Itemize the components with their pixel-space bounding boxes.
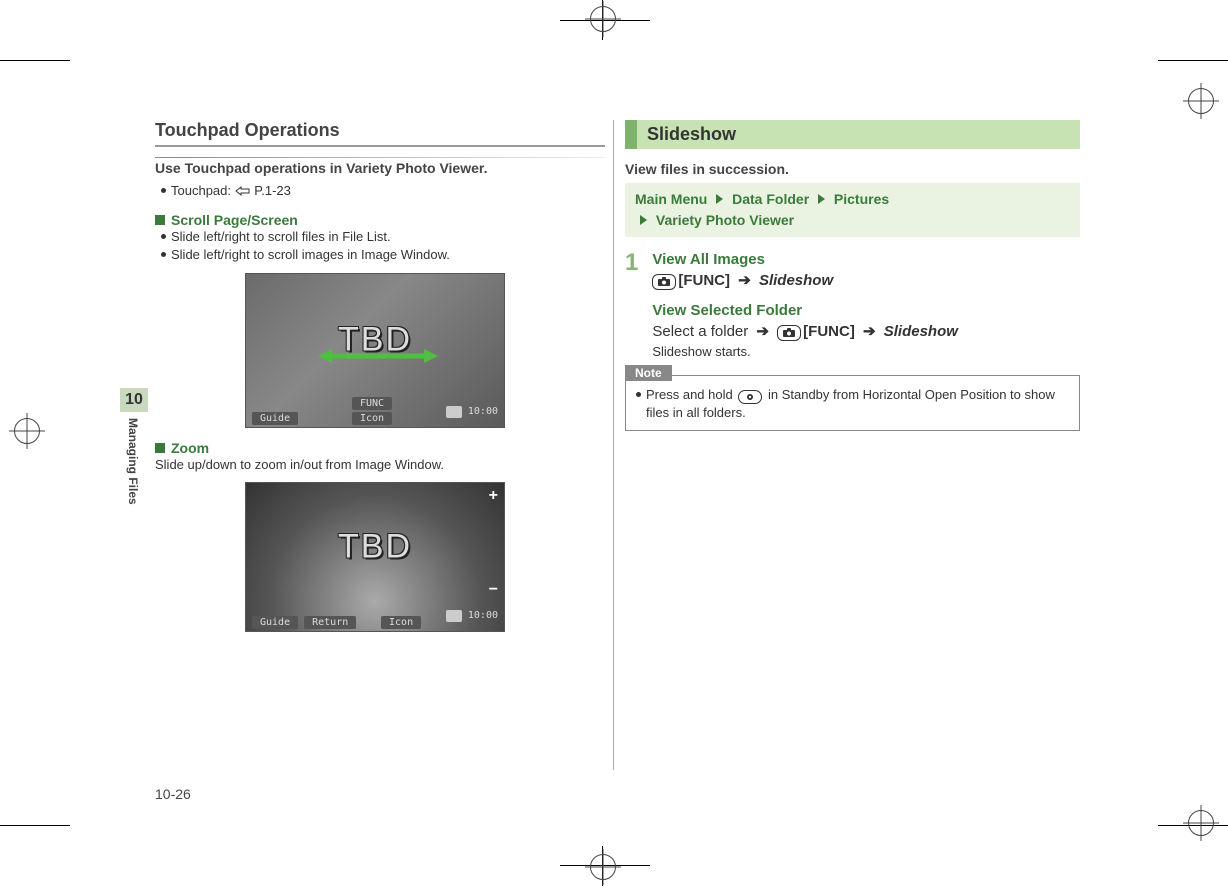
chapter-number: 10 bbox=[120, 388, 148, 412]
clock-text: 10:00 bbox=[468, 610, 498, 621]
lead-text: Use Touchpad operations in Variety Photo… bbox=[155, 160, 605, 176]
arrow-right-icon: ➔ bbox=[756, 322, 769, 340]
page-number: 10-26 bbox=[155, 786, 191, 802]
scroll-bullet-1: Slide left/right to scroll files in File… bbox=[161, 228, 605, 246]
view-selected-action: Select a folder ➔ [FUNC] ➔ Slideshow bbox=[652, 322, 958, 341]
slideshow-action: Slideshow bbox=[759, 272, 833, 289]
touchpad-ref: Touchpad: P.1-23 bbox=[161, 182, 605, 200]
select-folder-text: Select a folder bbox=[652, 323, 748, 340]
minus-icon: − bbox=[489, 581, 498, 599]
chapter-label: Managing Files bbox=[120, 412, 146, 505]
pointer-icon bbox=[235, 183, 255, 198]
chapter-tab: 10 Managing Files bbox=[120, 388, 148, 505]
chevron-right-icon bbox=[640, 215, 647, 225]
nav-pictures: Pictures bbox=[834, 191, 889, 207]
square-bullet-icon bbox=[155, 443, 165, 453]
softkey-return: Return bbox=[304, 616, 356, 629]
chevron-right-icon bbox=[716, 194, 723, 204]
square-bullet-icon bbox=[155, 215, 165, 225]
clock-text: 10:00 bbox=[468, 406, 498, 417]
softkey-icon: Icon bbox=[352, 412, 392, 425]
chevron-right-icon bbox=[818, 194, 825, 204]
view-all-images-title: View All Images bbox=[652, 251, 958, 268]
screenshot-zoom: + − TBD Guide Return Icon 10:00 bbox=[245, 482, 505, 632]
softkey-bar: Guide Return Icon 10:00 bbox=[246, 603, 504, 631]
arrow-right-icon: ➔ bbox=[863, 322, 876, 340]
column-divider bbox=[613, 120, 614, 770]
menu-path: Main Menu Data Folder Pictures Variety P… bbox=[625, 183, 1080, 237]
scroll-bullet-2: Slide left/right to scroll images in Ima… bbox=[161, 246, 605, 264]
zoom-heading-text: Zoom bbox=[171, 440, 209, 456]
step-number: 1 bbox=[625, 251, 638, 359]
section-heading: Touchpad Operations bbox=[155, 120, 605, 147]
scroll-heading-text: Scroll Page/Screen bbox=[171, 212, 298, 228]
softkey-bar: Guide FUNC Icon 10:00 bbox=[246, 399, 504, 427]
scroll-subhead: Scroll Page/Screen bbox=[155, 212, 605, 228]
camera-icon bbox=[446, 406, 462, 418]
softkey-guide: Guide bbox=[252, 616, 298, 629]
func-label: [FUNC] bbox=[803, 323, 855, 340]
softkey-icon: Icon bbox=[381, 616, 421, 629]
screenshot-scroll: TBD Guide FUNC Icon 10:00 bbox=[245, 273, 505, 428]
arrow-right-icon: ➔ bbox=[738, 271, 751, 289]
softkey-guide: Guide bbox=[252, 412, 298, 425]
manual-page: 10 Managing Files Touchpad Operations Us… bbox=[90, 70, 1150, 810]
step-1: 1 View All Images [FUNC] ➔ Slideshow Vie… bbox=[625, 251, 1080, 359]
nav-variety-photo-viewer: Variety Photo Viewer bbox=[656, 212, 794, 228]
rule bbox=[155, 157, 605, 158]
softkey-func: FUNC bbox=[352, 397, 392, 410]
view-all-action: [FUNC] ➔ Slideshow bbox=[652, 271, 958, 290]
tbd-overlay: TBD bbox=[338, 528, 412, 567]
side-key-icon bbox=[738, 390, 762, 404]
nav-data-folder: Data Folder bbox=[732, 191, 809, 207]
camera-button-icon bbox=[652, 274, 676, 290]
zoom-body: Slide up/down to zoom in/out from Image … bbox=[155, 456, 605, 474]
note-bullet: Press and hold in Standby from Horizonta… bbox=[636, 386, 1069, 422]
note-text-a: Press and hold bbox=[646, 387, 733, 402]
touchpad-ref-label: Touchpad: bbox=[171, 183, 231, 198]
view-selected-folder-title: View Selected Folder bbox=[652, 302, 958, 319]
right-column: Slideshow View files in succession. Main… bbox=[625, 120, 1080, 431]
nav-main-menu: Main Menu bbox=[635, 191, 707, 207]
right-lead: View files in succession. bbox=[625, 161, 1080, 177]
scroll-arrow-icon bbox=[318, 347, 438, 365]
note-box: Note Press and hold in Standby from Hori… bbox=[625, 375, 1080, 431]
note-tag: Note bbox=[625, 365, 672, 381]
touchpad-ref-page: P.1-23 bbox=[254, 183, 291, 198]
slideshow-banner: Slideshow bbox=[625, 120, 1080, 149]
zoom-subhead: Zoom bbox=[155, 440, 605, 456]
slideshow-action: Slideshow bbox=[884, 323, 958, 340]
camera-button-icon bbox=[777, 325, 801, 341]
slideshow-starts: Slideshow starts. bbox=[652, 344, 958, 359]
func-label: [FUNC] bbox=[678, 272, 730, 289]
plus-icon: + bbox=[489, 487, 498, 505]
left-column: Touchpad Operations Use Touchpad operati… bbox=[155, 120, 605, 640]
camera-icon bbox=[446, 610, 462, 622]
